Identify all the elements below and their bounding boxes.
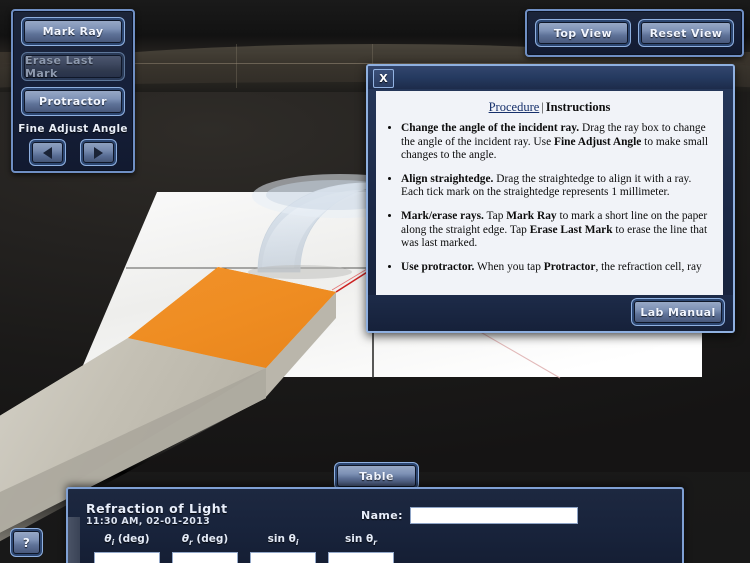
column-unit: (deg) [192, 533, 229, 545]
table-button[interactable]: Table [337, 465, 416, 487]
fine-adjust-decrease-button[interactable] [32, 142, 63, 163]
sin-theta-symbol: sin θ [267, 533, 296, 545]
name-label: Name: [361, 509, 403, 522]
dialog-titlebar[interactable]: X [368, 66, 733, 89]
instruction-lead: Use protractor. [401, 260, 475, 273]
table-cell[interactable] [172, 552, 238, 563]
theta-subscript: i [295, 538, 299, 548]
fine-adjust-increase-button[interactable] [83, 142, 114, 163]
help-button[interactable]: ? [13, 531, 40, 554]
data-table-panel: Refraction of Light 11:30 AM, 02-01-2013… [66, 487, 684, 563]
data-panel-timestamp: 11:30 AM, 02-01-2013 [86, 516, 211, 527]
name-field-row: Name: [361, 507, 578, 524]
top-view-button[interactable]: Top View [538, 22, 628, 44]
reset-view-button[interactable]: Reset View [641, 22, 731, 44]
instructions-text[interactable]: Change the angle of the incident ray. Dr… [376, 122, 723, 274]
instruction-emphasis: Mark Ray [506, 209, 557, 222]
column-header-theta-i: θi (deg) [94, 533, 160, 547]
instruction-item: Change the angle of the incident ray. Dr… [401, 122, 709, 163]
instruction-lead: Mark/erase rays. [401, 209, 484, 222]
table-cell[interactable] [250, 552, 316, 563]
theta-subscript: r [373, 538, 377, 548]
table-column: θr (deg) [172, 533, 238, 563]
column-header-theta-r: θr (deg) [172, 533, 238, 547]
instruction-item: Mark/erase rays. Tap Mark Ray to mark a … [401, 210, 709, 251]
instruction-emphasis: Fine Adjust Angle [553, 135, 642, 148]
erase-last-mark-button[interactable]: Erase Last Mark [24, 54, 122, 80]
instruction-item: Use protractor. When you tap Protractor,… [401, 261, 709, 275]
instruction-emphasis: Protractor [543, 260, 596, 273]
tool-control-panel: Mark Ray Erase Last Mark Protractor Fine… [11, 9, 135, 173]
column-header-sin-theta-r: sin θr [328, 533, 394, 547]
instruction-body: , the refraction cell, ray [595, 260, 702, 273]
protractor-button[interactable]: Protractor [24, 90, 122, 113]
fine-adjust-controls [32, 142, 114, 163]
instruction-body: Tap [483, 209, 507, 222]
table-column: sin θi [250, 533, 316, 563]
dialog-footer: Lab Manual [368, 295, 733, 331]
table-cell[interactable] [94, 552, 160, 563]
arrow-left-icon [43, 146, 52, 159]
instructions-dialog: X Procedure|Instructions Change the angl… [366, 64, 735, 333]
instruction-lead: Change the angle of the incident ray. [401, 122, 580, 134]
data-table-columns: θi (deg) θr (deg) sin θi sin θr [94, 533, 406, 563]
table-cell[interactable] [328, 552, 394, 563]
column-unit: (deg) [114, 533, 150, 545]
instruction-emphasis: Erase Last Mark [529, 223, 613, 236]
tab-instructions[interactable]: Instructions [546, 100, 611, 114]
name-input[interactable] [409, 507, 578, 524]
tab-procedure[interactable]: Procedure [489, 100, 540, 114]
theta-symbol: θ [181, 533, 190, 545]
lab-manual-button[interactable]: Lab Manual [634, 301, 722, 323]
data-panel-title: Refraction of Light [86, 501, 228, 516]
instruction-body: When you tap [474, 260, 544, 273]
dialog-content: Procedure|Instructions Change the angle … [376, 91, 723, 298]
data-panel-scroll-rail[interactable] [68, 517, 80, 563]
sin-theta-symbol: sin θ [345, 533, 374, 545]
view-control-panel: Top View Reset View [525, 9, 744, 57]
fine-adjust-angle-label: Fine Adjust Angle [18, 123, 128, 135]
instruction-lead: Align straightedge. [401, 172, 494, 185]
table-column: θi (deg) [94, 533, 160, 563]
dialog-tabs: Procedure | Instructions [376, 91, 723, 122]
close-icon[interactable]: X [373, 69, 394, 88]
instruction-item: Align straightedge. Drag the straightedg… [401, 173, 709, 200]
table-column: sin θr [328, 533, 394, 563]
mark-ray-button[interactable]: Mark Ray [24, 20, 122, 43]
theta-symbol: θ [104, 533, 112, 545]
column-header-sin-theta-i: sin θi [250, 533, 316, 547]
app-root: Mark Ray Erase Last Mark Protractor Fine… [0, 0, 750, 563]
arrow-right-icon [94, 146, 103, 159]
